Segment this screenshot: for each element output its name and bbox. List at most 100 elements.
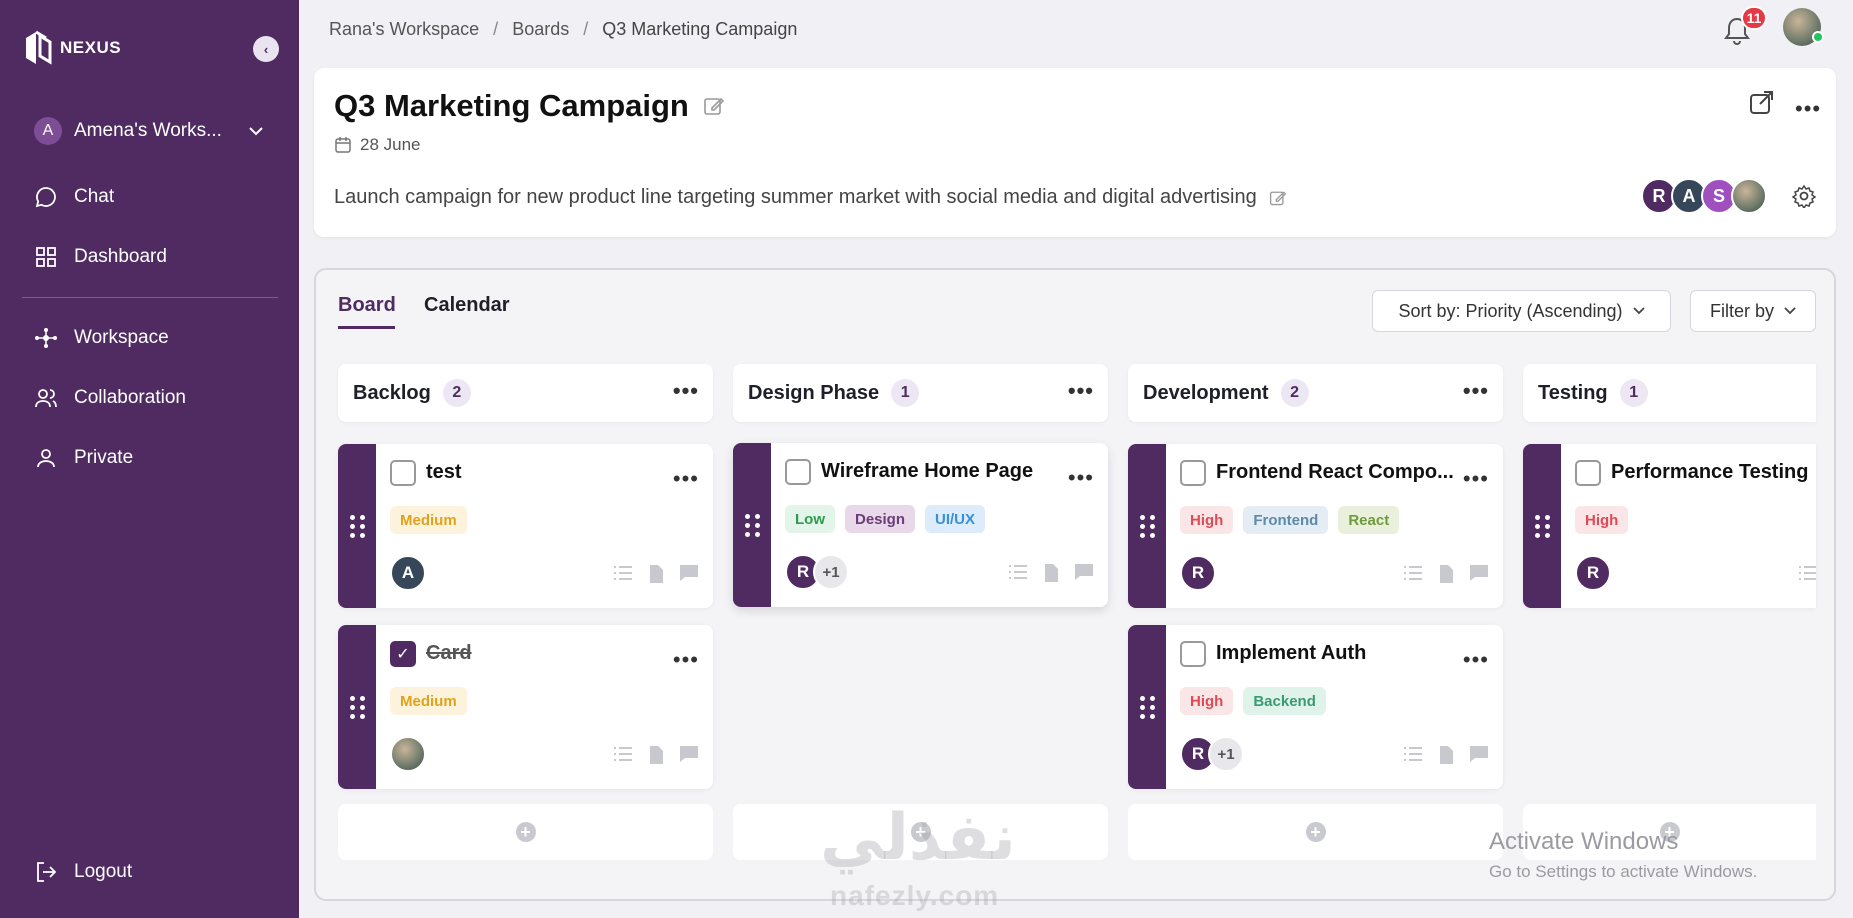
breadcrumb-separator: / <box>493 19 499 39</box>
drag-handle[interactable] <box>1523 444 1561 608</box>
column-header-development: Development 2 ••• <box>1128 364 1503 422</box>
grip-icon <box>349 695 365 719</box>
chat-icon <box>35 187 56 208</box>
task-checkbox[interactable] <box>785 459 811 485</box>
task-checkbox[interactable] <box>390 460 416 486</box>
label-tag: Backend <box>1243 687 1326 715</box>
column-title: Design Phase <box>748 381 880 404</box>
sort-dropdown[interactable]: Sort by: Priority (Ascending) <box>1372 290 1671 332</box>
task-title: Card <box>426 642 472 664</box>
drag-handle[interactable] <box>1128 444 1166 608</box>
task-more-icon[interactable]: ••• <box>673 466 699 492</box>
tab-board[interactable]: Board <box>338 294 396 317</box>
share-icon[interactable] <box>1748 88 1776 116</box>
brand-logo[interactable]: NEXUS <box>22 28 121 68</box>
task-meta-icons <box>613 745 699 765</box>
column-title: Development <box>1143 381 1269 404</box>
sidebar-item-dashboard[interactable]: Dashboard <box>34 245 167 269</box>
task-more-icon[interactable]: ••• <box>1463 466 1489 492</box>
task-title: test <box>426 461 462 483</box>
logout-button[interactable]: Logout <box>34 860 132 884</box>
column-count: 1 <box>891 379 920 407</box>
tab-calendar[interactable]: Calendar <box>424 294 510 317</box>
calendar-icon <box>335 137 351 153</box>
task-card[interactable]: Wireframe Home Page ••• Low Design UI/UX… <box>733 443 1108 607</box>
sidebar-item-collaboration[interactable]: Collaboration <box>34 386 186 410</box>
drag-handle[interactable] <box>338 444 376 608</box>
task-checkbox[interactable] <box>1180 641 1206 667</box>
task-checkbox-checked[interactable]: ✓ <box>390 641 416 667</box>
task-card[interactable]: Frontend React Compo... ••• High Fronten… <box>1128 444 1503 608</box>
users-icon <box>35 389 57 408</box>
notification-badge: 11 <box>1741 6 1767 30</box>
drag-handle[interactable] <box>733 443 771 607</box>
member-avatars[interactable]: R A S <box>1641 178 1767 214</box>
task-checkbox[interactable] <box>1180 460 1206 486</box>
label-tag: Design <box>845 505 916 533</box>
task-more-icon[interactable]: ••• <box>1463 647 1489 673</box>
sidebar-item-label: Workspace <box>74 327 169 348</box>
column-title: Backlog <box>353 381 431 404</box>
gear-icon[interactable] <box>1792 184 1816 208</box>
drag-handle[interactable] <box>1128 625 1166 789</box>
chevron-left-icon: ‹ <box>263 41 269 57</box>
task-tags: Medium <box>390 687 467 715</box>
member-avatar-photo <box>1731 178 1767 214</box>
sidebar-item-label: Private <box>74 447 134 468</box>
sidebar-item-chat[interactable]: Chat <box>34 185 114 209</box>
checklist-icon <box>1404 747 1422 761</box>
sidebar: NEXUS ‹ A Amena's Works... Chat Dashboar… <box>0 0 299 918</box>
task-card[interactable]: test ••• Medium A <box>338 444 713 608</box>
comment-icon <box>680 746 698 762</box>
drag-handle[interactable] <box>338 625 376 789</box>
grip-icon <box>1139 695 1155 719</box>
brand-name: NEXUS <box>60 38 122 57</box>
breadcrumb-workspace[interactable]: Rana's Workspace <box>329 19 479 40</box>
assignee-avatar-photo <box>390 736 426 772</box>
priority-tag: High <box>1180 687 1234 715</box>
column-count: 2 <box>442 379 471 407</box>
board-title-row: Q3 Marketing Campaign <box>334 88 725 124</box>
workspace-selector[interactable]: A Amena's Works... <box>34 117 264 145</box>
active-tab-indicator <box>338 326 395 329</box>
task-card[interactable]: Performance Testing High R <box>1523 444 1816 608</box>
assignee-avatar: R <box>1575 555 1611 591</box>
user-icon <box>37 449 55 468</box>
column-more-icon[interactable]: ••• <box>1463 378 1489 404</box>
board-header: Q3 Marketing Campaign 28 June Launch cam… <box>314 68 1836 237</box>
attachment-icon <box>650 565 663 583</box>
more-options-icon[interactable]: ••• <box>1795 96 1821 122</box>
sidebar-item-workspace[interactable]: Workspace <box>34 326 169 350</box>
add-task-button[interactable]: + <box>338 804 713 860</box>
column-title: Testing <box>1538 381 1608 404</box>
grip-icon <box>1139 514 1155 538</box>
filter-dropdown[interactable]: Filter by <box>1690 290 1816 332</box>
sidebar-item-label: Dashboard <box>74 246 167 267</box>
column-more-icon[interactable]: ••• <box>1068 378 1094 404</box>
collapse-sidebar-button[interactable]: ‹ <box>253 36 279 62</box>
breadcrumb-boards[interactable]: Boards <box>512 19 569 40</box>
watermark: نفذلي <box>820 801 1016 873</box>
board-description-row: Launch campaign for new product line tar… <box>334 186 1287 209</box>
board-panel: Board Calendar Sort by: Priority (Ascend… <box>314 268 1836 901</box>
priority-tag: High <box>1575 506 1629 534</box>
chevron-down-icon <box>1784 307 1796 315</box>
column-more-icon[interactable]: ••• <box>673 378 699 404</box>
task-checkbox[interactable] <box>1575 460 1601 486</box>
task-title: Wireframe Home Page <box>821 460 1034 482</box>
task-card[interactable]: ✓ Card ••• Medium <box>338 625 713 789</box>
edit-description-icon[interactable] <box>1269 189 1287 207</box>
add-task-button[interactable]: + <box>1128 804 1503 860</box>
column-count: 1 <box>1619 379 1648 407</box>
workspace-name: Amena's Works... <box>74 120 222 141</box>
task-meta-icons <box>613 564 699 584</box>
task-tags: Low Design UI/UX <box>785 505 986 533</box>
task-title: Frontend React Compo... <box>1216 461 1454 483</box>
sidebar-item-private[interactable]: Private <box>34 446 133 470</box>
checklist-icon <box>1799 566 1816 580</box>
task-more-icon[interactable]: ••• <box>1068 465 1094 491</box>
task-card[interactable]: Implement Auth ••• High Backend R +1 <box>1128 625 1503 789</box>
task-more-icon[interactable]: ••• <box>673 647 699 673</box>
task-tags: Medium <box>390 506 467 534</box>
edit-title-icon[interactable] <box>703 95 725 117</box>
